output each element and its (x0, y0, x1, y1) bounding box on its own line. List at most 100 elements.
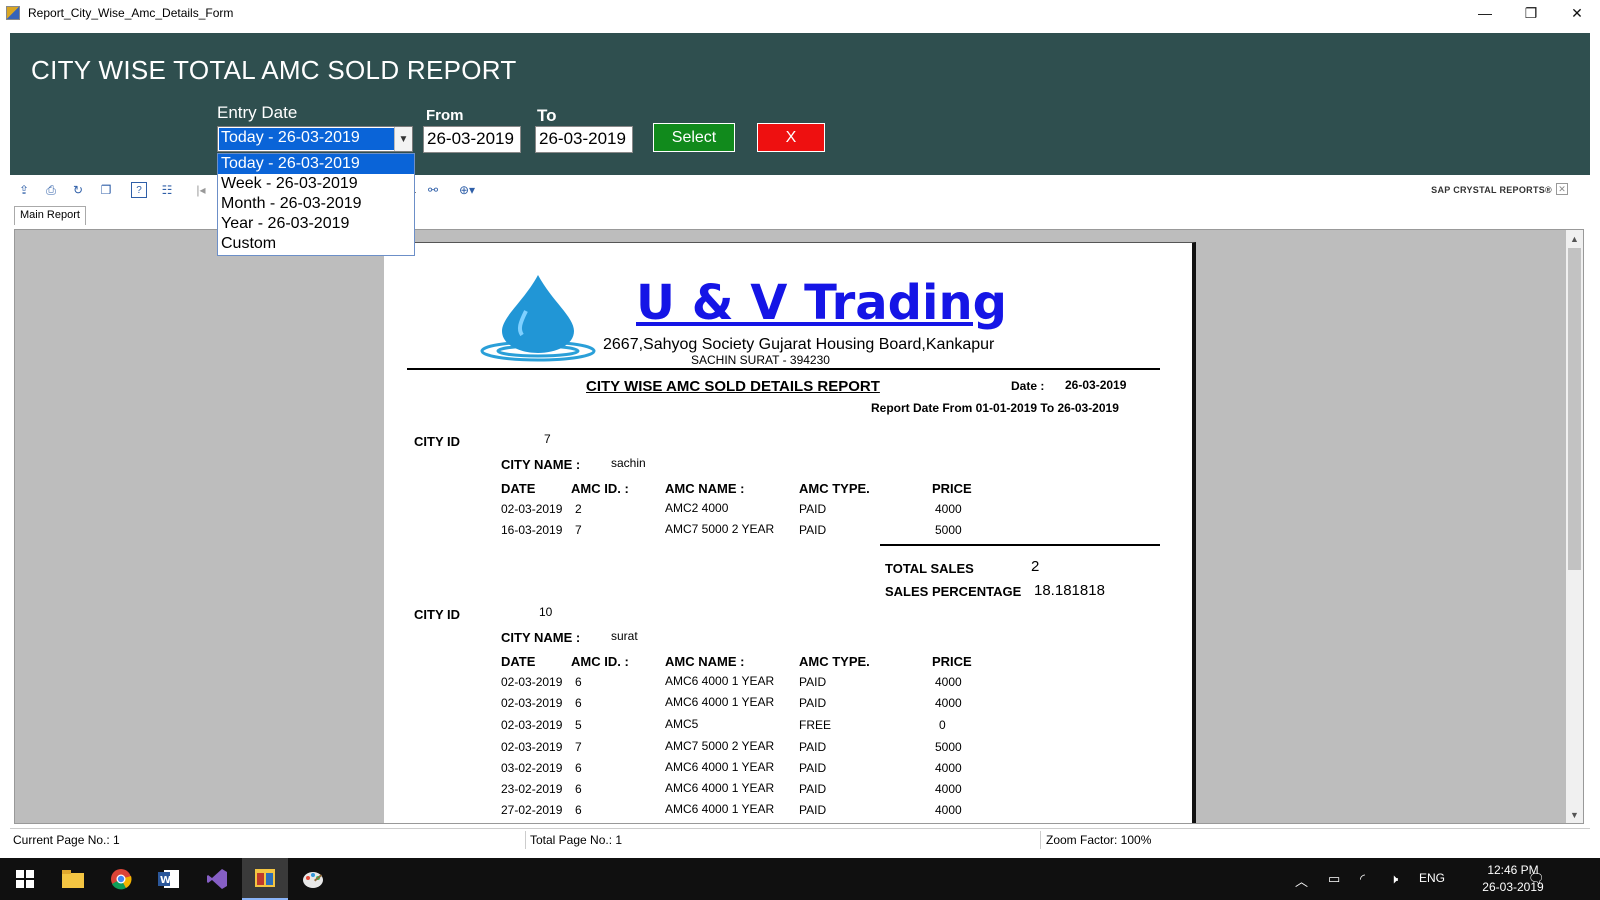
cell-amc-type: PAID (799, 675, 827, 689)
group-tree-icon[interactable]: ☷ (159, 182, 175, 198)
col-amc-name: AMC NAME : (665, 654, 745, 669)
print-icon[interactable]: ⎙ (43, 182, 59, 198)
entry-date-value: Today - 26-03-2019 (219, 128, 394, 150)
cell-price: 4000 (935, 675, 962, 689)
city-name-value: surat (611, 629, 638, 643)
dropdown-option-today[interactable]: Today - 26-03-2019 (218, 154, 414, 174)
cell-date: 27-02-2019 (501, 803, 563, 817)
city-name-label: CITY NAME : (501, 457, 581, 472)
cell-price: 4000 (935, 761, 962, 775)
chevron-down-icon[interactable]: ▼ (394, 127, 412, 151)
cell-date: 02-03-2019 (501, 675, 563, 689)
cell-amc-name: AMC2 4000 (665, 501, 729, 515)
report-title: CITY WISE AMC SOLD DETAILS REPORT (586, 378, 880, 395)
notification-icon[interactable]: 🗨 (1528, 871, 1545, 887)
col-amc-name: AMC NAME : (665, 481, 745, 496)
to-date-field[interactable]: 26-03-2019 (535, 126, 633, 153)
company-address: 2667,Sahyog Society Gujarat Housing Boar… (603, 336, 995, 353)
city-id-label: CITY ID (414, 607, 460, 622)
col-amc-type: AMC TYPE. (799, 481, 870, 496)
report-viewer: U & V Trading 2667,Sahyog Society Gujara… (14, 229, 1584, 824)
windows-taskbar: W ︿ ▭ ◜ 🕨 ENG 12:46 PM 26-03-2019 🗨 (0, 858, 1600, 900)
chevron-up-icon[interactable]: ︿ (1295, 871, 1308, 890)
date-value: 26-03-2019 (1065, 378, 1127, 392)
cell-amc-type: PAID (799, 502, 827, 516)
cell-date: 02-03-2019 (501, 502, 563, 516)
cell-amc-type: PAID (799, 803, 827, 817)
close-button[interactable]: X (757, 123, 825, 152)
tab-main-report[interactable]: Main Report (14, 206, 86, 225)
window-title: Report_City_Wise_Amc_Details_Form (28, 6, 234, 20)
cell-price: 5000 (935, 740, 962, 754)
dropdown-option-custom[interactable]: Custom (218, 234, 414, 254)
scrollbar-thumb[interactable] (1568, 248, 1581, 570)
zoom-icon[interactable]: ⊕▾ (453, 182, 481, 198)
minimize-button[interactable]: — (1462, 0, 1508, 26)
dropdown-option-month[interactable]: Month - 26-03-2019 (218, 194, 414, 214)
cell-amc-name: AMC6 4000 1 YEAR (665, 695, 775, 709)
vertical-scrollbar[interactable]: ▲ ▼ (1566, 230, 1583, 823)
close-icon[interactable]: ✕ (1556, 183, 1568, 195)
first-page-icon[interactable]: |◂ (193, 182, 209, 198)
col-amc-type: AMC TYPE. (799, 654, 870, 669)
chrome-icon[interactable] (106, 864, 136, 894)
select-button[interactable]: Select (653, 123, 735, 152)
entry-date-combobox[interactable]: Today - 26-03-2019 ▼ (217, 126, 413, 152)
cell-price: 4000 (935, 782, 962, 796)
entry-date-dropdown-list: Today - 26-03-2019 Week - 26-03-2019 Mon… (217, 153, 415, 256)
current-page-status: Current Page No.: 1 (13, 833, 120, 847)
from-date-field[interactable]: 26-03-2019 (423, 126, 521, 153)
scroll-up-icon[interactable]: ▲ (1566, 230, 1583, 247)
cell-amc-id: 6 (575, 803, 582, 817)
cell-amc-name: AMC7 5000 2 YEAR (665, 522, 775, 536)
cell-amc-name: AMC5 (665, 717, 699, 731)
cell-amc-type: PAID (799, 782, 827, 796)
cell-price: 0 (939, 718, 946, 732)
company-address-city: SACHIN SURAT - 394230 (691, 353, 830, 367)
city-id-value: 10 (539, 605, 553, 619)
entry-date-label: Entry Date (217, 103, 298, 122)
refresh-icon[interactable]: ↻ (70, 182, 86, 198)
total-sales-label: TOTAL SALES (885, 561, 974, 576)
scroll-down-icon[interactable]: ▼ (1566, 806, 1583, 823)
to-label: To (537, 106, 557, 125)
running-app-icon[interactable] (242, 858, 288, 900)
windows-start-icon[interactable] (10, 864, 40, 894)
company-name: U & V Trading (636, 275, 1007, 331)
cell-amc-id: 6 (575, 675, 582, 689)
cell-date: 02-03-2019 (501, 718, 563, 732)
cell-amc-name: AMC6 4000 1 YEAR (665, 802, 775, 816)
cell-price: 4000 (935, 803, 962, 817)
dropdown-option-week[interactable]: Week - 26-03-2019 (218, 174, 414, 194)
visual-studio-icon[interactable] (202, 864, 232, 894)
city-name-value: sachin (611, 456, 646, 470)
wifi-icon[interactable]: ◜ (1360, 871, 1365, 887)
speaker-muted-icon[interactable]: 🕨 (1390, 871, 1398, 887)
battery-icon[interactable]: ▭ (1328, 871, 1340, 887)
paint-icon[interactable] (298, 864, 328, 894)
status-bar: Current Page No.: 1 Total Page No.: 1 Zo… (10, 828, 1590, 850)
cell-date: 16-03-2019 (501, 523, 563, 537)
cell-date: 02-03-2019 (501, 696, 563, 710)
status-separator (1040, 831, 1041, 849)
cell-amc-id: 6 (575, 761, 582, 775)
file-explorer-icon[interactable] (58, 864, 88, 894)
word-icon[interactable]: W (154, 864, 184, 894)
cell-amc-type: PAID (799, 761, 827, 775)
close-window-button[interactable]: ✕ (1554, 0, 1600, 26)
find-icon[interactable]: ⚯ (425, 182, 441, 198)
cell-amc-id: 7 (575, 523, 582, 537)
export-icon[interactable]: ⇪ (16, 182, 32, 198)
total-page-status: Total Page No.: 1 (530, 833, 623, 847)
copy-icon[interactable]: ❐ (98, 182, 114, 198)
restore-button[interactable]: ❐ (1508, 0, 1554, 26)
cell-date: 02-03-2019 (501, 740, 563, 754)
dropdown-option-year[interactable]: Year - 26-03-2019 (218, 214, 414, 234)
cell-amc-name: AMC6 4000 1 YEAR (665, 781, 775, 795)
total-sales-value: 2 (1031, 558, 1040, 575)
totals-divider (880, 544, 1160, 546)
language-indicator[interactable]: ENG (1419, 871, 1445, 885)
col-date: DATE (501, 481, 536, 496)
app-icon (6, 6, 20, 20)
help-icon[interactable]: ? (131, 182, 147, 198)
